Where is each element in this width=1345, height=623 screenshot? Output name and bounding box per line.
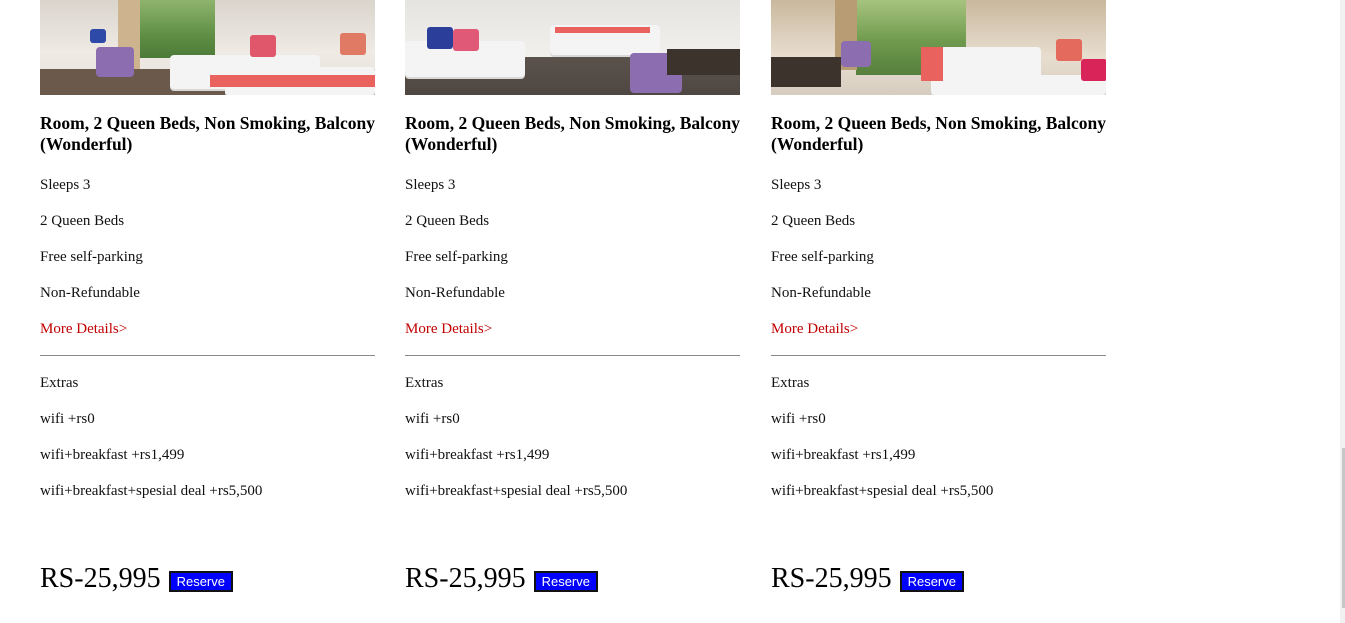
extra-option: wifi+breakfast+spesial deal +rs5,500 — [40, 483, 263, 499]
room-price: RS-25,995 — [771, 563, 892, 594]
price-row: RS-25,995 Reserve — [771, 563, 964, 595]
room-photo — [40, 0, 375, 95]
room-title: Room, 2 Queen Beds, Non Smoking, Balcony… — [771, 113, 1106, 154]
extras-heading: Extras — [405, 375, 444, 391]
divider — [40, 355, 375, 356]
feature-refund-policy: Non-Refundable — [40, 285, 140, 301]
reserve-button[interactable]: Reserve — [899, 571, 964, 592]
divider — [771, 355, 1106, 356]
room-card: Room, 2 Queen Beds, Non Smoking, Balcony… — [771, 0, 1106, 594]
room-features: Sleeps 3 2 Queen Beds Free self-parking … — [405, 176, 740, 338]
extra-option: wifi +rs0 — [771, 411, 826, 427]
feature-beds: 2 Queen Beds — [405, 213, 490, 229]
room-price: RS-25,995 — [40, 563, 161, 594]
extras-list: Extras wifi +rs0 wifi+breakfast +rs1,499… — [405, 374, 740, 500]
feature-beds: 2 Queen Beds — [771, 213, 856, 229]
feature-parking: Free self-parking — [40, 249, 143, 265]
more-details-link[interactable]: More Details> — [771, 320, 858, 338]
extras-heading: Extras — [771, 375, 810, 391]
feature-beds: 2 Queen Beds — [40, 213, 125, 229]
extra-option: wifi +rs0 — [40, 411, 95, 427]
room-title: Room, 2 Queen Beds, Non Smoking, Balcony… — [405, 113, 740, 154]
room-card: Room, 2 Queen Beds, Non Smoking, Balcony… — [405, 0, 740, 594]
extra-option: wifi+breakfast+spesial deal +rs5,500 — [771, 483, 994, 499]
room-title: Room, 2 Queen Beds, Non Smoking, Balcony… — [40, 113, 375, 154]
reserve-button[interactable]: Reserve — [168, 571, 233, 592]
room-features: Sleeps 3 2 Queen Beds Free self-parking … — [40, 176, 375, 338]
extra-option: wifi+breakfast +rs1,499 — [405, 447, 550, 463]
reserve-button[interactable]: Reserve — [533, 571, 598, 592]
room-photo — [771, 0, 1106, 95]
extra-option: wifi+breakfast+spesial deal +rs5,500 — [405, 483, 628, 499]
feature-sleeps: Sleeps 3 — [405, 177, 456, 193]
room-card: Room, 2 Queen Beds, Non Smoking, Balcony… — [40, 0, 375, 594]
price-row: RS-25,995 Reserve — [405, 563, 598, 595]
room-price: RS-25,995 — [405, 563, 526, 594]
room-photo — [405, 0, 740, 95]
feature-refund-policy: Non-Refundable — [771, 285, 871, 301]
extra-option: wifi +rs0 — [405, 411, 460, 427]
extra-option: wifi+breakfast +rs1,499 — [771, 447, 916, 463]
price-row: RS-25,995 Reserve — [40, 563, 233, 595]
more-details-link[interactable]: More Details> — [405, 320, 492, 338]
extras-list: Extras wifi +rs0 wifi+breakfast +rs1,499… — [40, 374, 375, 500]
vertical-scrollbar[interactable] — [1340, 0, 1345, 623]
feature-sleeps: Sleeps 3 — [771, 177, 822, 193]
feature-parking: Free self-parking — [405, 249, 508, 265]
feature-sleeps: Sleeps 3 — [40, 177, 91, 193]
extras-list: Extras wifi +rs0 wifi+breakfast +rs1,499… — [771, 374, 1106, 500]
extras-heading: Extras — [40, 375, 79, 391]
divider — [405, 355, 740, 356]
feature-refund-policy: Non-Refundable — [405, 285, 505, 301]
more-details-link[interactable]: More Details> — [40, 320, 127, 338]
extra-option: wifi+breakfast +rs1,499 — [40, 447, 185, 463]
feature-parking: Free self-parking — [771, 249, 874, 265]
room-features: Sleeps 3 2 Queen Beds Free self-parking … — [771, 176, 1106, 338]
